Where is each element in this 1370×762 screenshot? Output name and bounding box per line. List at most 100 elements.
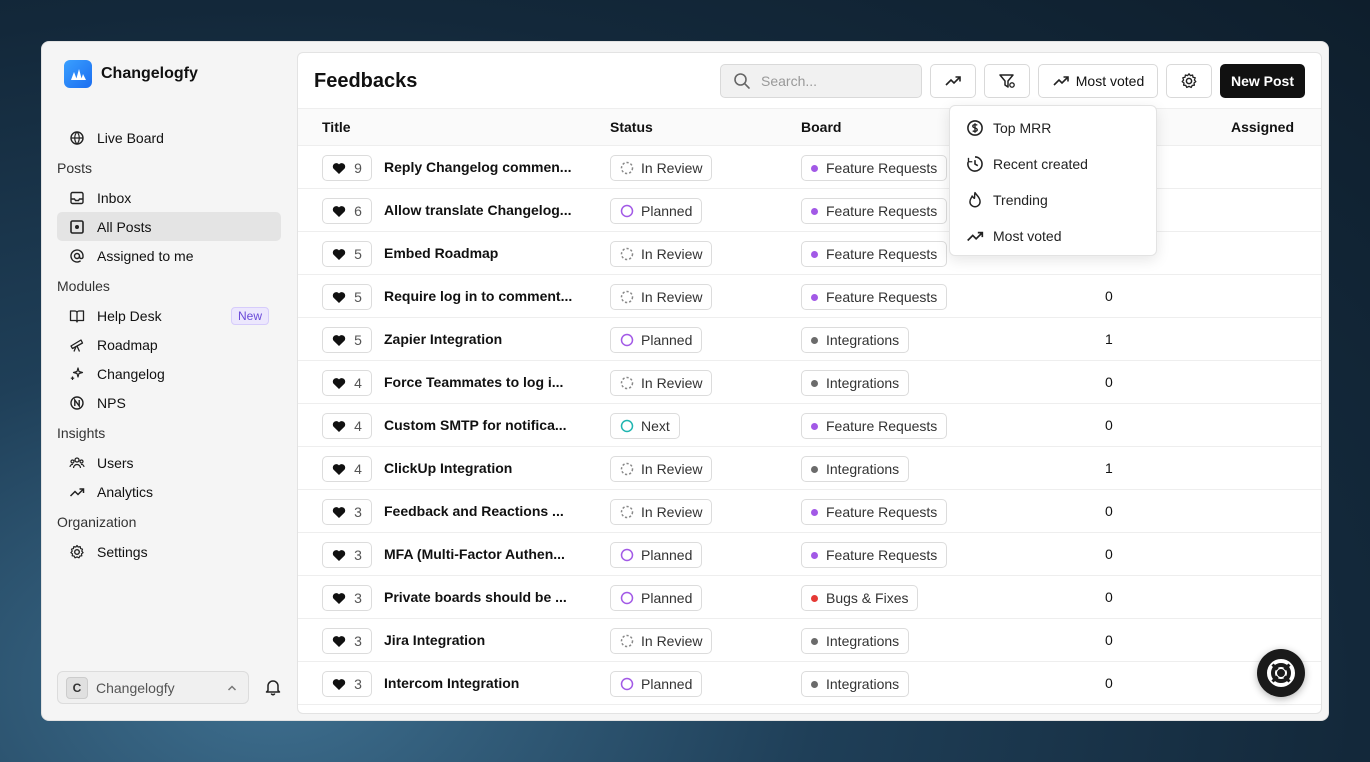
- board-badge[interactable]: Feature Requests: [801, 155, 948, 181]
- board-color-dot: [811, 250, 818, 258]
- board-badge[interactable]: Feature Requests: [801, 198, 948, 224]
- table-row[interactable]: 6 Allow translate Changelog... Planned Feat…: [298, 189, 1321, 232]
- chevron-up-icon: [227, 684, 237, 691]
- board-badge[interactable]: Integrations: [801, 327, 910, 353]
- workspace-switcher[interactable]: C Changelogfy: [57, 671, 249, 704]
- column-status[interactable]: Status: [610, 119, 653, 135]
- vote-button[interactable]: 3: [322, 671, 372, 697]
- column-title[interactable]: Title: [322, 119, 351, 135]
- trending-toggle-button[interactable]: [930, 64, 976, 98]
- post-title[interactable]: MFA (Multi-Factor Authen...: [384, 546, 565, 562]
- search-input[interactable]: [761, 73, 911, 89]
- sidebar-item-changelog[interactable]: Changelog: [57, 359, 281, 388]
- vote-button[interactable]: 3: [322, 542, 372, 568]
- sidebar-item-assigned-to-me[interactable]: Assigned to me: [57, 241, 281, 270]
- sidebar-item-all-posts[interactable]: All Posts: [57, 212, 281, 241]
- vote-button[interactable]: 3: [322, 499, 372, 525]
- settings-button[interactable]: [1166, 64, 1212, 98]
- table-row[interactable]: 3 Private boards should be ... Planned Bugs…: [298, 576, 1321, 619]
- table-row[interactable]: 5 Embed Roadmap In Review Feature Requests: [298, 232, 1321, 275]
- vote-button[interactable]: 4: [322, 413, 372, 439]
- table-row[interactable]: 5 Require log in to comment... In Review Fe…: [298, 275, 1321, 318]
- post-title[interactable]: Force Teammates to log i...: [384, 374, 563, 390]
- table-row[interactable]: 3 Jira Integration In Review Integrations 0: [298, 619, 1321, 662]
- vote-button[interactable]: 3: [322, 628, 372, 654]
- sort-option-top-mrr[interactable]: Top MRR: [950, 110, 1156, 146]
- table-row[interactable]: 5 Zapier Integration Planned Integrations 1: [298, 318, 1321, 361]
- board-badge[interactable]: Integrations: [801, 370, 910, 396]
- vote-button[interactable]: 5: [322, 241, 372, 267]
- status-badge[interactable]: In Review: [610, 284, 713, 310]
- sidebar-item-settings[interactable]: Settings: [57, 537, 281, 566]
- column-assigned[interactable]: Assigned: [1231, 119, 1294, 135]
- sidebar-item-nps[interactable]: NPS: [57, 388, 281, 417]
- column-board[interactable]: Board: [801, 119, 841, 135]
- brand-logo-icon: [64, 60, 92, 88]
- post-title[interactable]: Jira Integration: [384, 632, 485, 648]
- table-row[interactable]: 3 MFA (Multi-Factor Authen... Planned Featu…: [298, 533, 1321, 576]
- board-badge[interactable]: Bugs & Fixes: [801, 585, 919, 611]
- board-badge[interactable]: Integrations: [801, 628, 910, 654]
- vote-button[interactable]: 4: [322, 456, 372, 482]
- vote-button[interactable]: 5: [322, 284, 372, 310]
- sidebar-item-analytics[interactable]: Analytics: [57, 477, 281, 506]
- board-badge[interactable]: Feature Requests: [801, 499, 948, 525]
- table-row[interactable]: 4 Force Teammates to log i... In Review Int…: [298, 361, 1321, 404]
- post-title[interactable]: Custom SMTP for notifica...: [384, 417, 567, 433]
- status-badge[interactable]: In Review: [610, 499, 713, 525]
- sort-button[interactable]: Most voted: [1038, 64, 1158, 98]
- table-row[interactable]: 4 ClickUp Integration In Review Integration…: [298, 447, 1321, 490]
- post-title[interactable]: Reply Changelog commen...: [384, 159, 571, 175]
- vote-button[interactable]: 6: [322, 198, 372, 224]
- post-title[interactable]: Require log in to comment...: [384, 288, 572, 304]
- board-badge[interactable]: Integrations: [801, 456, 910, 482]
- sidebar-item-users[interactable]: Users: [57, 448, 281, 477]
- table-row[interactable]: 9 Reply Changelog commen... In Review Featu…: [298, 146, 1321, 189]
- table-row[interactable]: 3 Feedback and Reactions ... In Review Feat…: [298, 490, 1321, 533]
- status-badge[interactable]: In Review: [610, 241, 713, 267]
- post-title[interactable]: Private boards should be ...: [384, 589, 567, 605]
- table-row[interactable]: 4 Custom SMTP for notifica... Next Feature …: [298, 404, 1321, 447]
- filter-button[interactable]: [984, 64, 1030, 98]
- status-badge[interactable]: In Review: [610, 628, 713, 654]
- status-badge[interactable]: In Review: [610, 155, 713, 181]
- status-label: Planned: [641, 332, 693, 348]
- sidebar-item-live-board[interactable]: Live Board: [57, 123, 281, 152]
- bell-icon[interactable]: [264, 678, 282, 696]
- board-badge[interactable]: Feature Requests: [801, 542, 948, 568]
- status-badge[interactable]: Planned: [610, 542, 703, 568]
- sidebar-item-help-desk[interactable]: Help Desk New: [57, 301, 281, 330]
- sort-option-recent-created[interactable]: Recent created: [950, 146, 1156, 182]
- vote-button[interactable]: 5: [322, 327, 372, 353]
- sidebar-item-roadmap[interactable]: Roadmap: [57, 330, 281, 359]
- comment-count: 0: [1105, 546, 1113, 562]
- board-badge[interactable]: Feature Requests: [801, 284, 948, 310]
- board-badge[interactable]: Integrations: [801, 671, 910, 697]
- board-badge[interactable]: Feature Requests: [801, 241, 948, 267]
- status-badge[interactable]: Planned: [610, 327, 703, 353]
- sort-option-most-voted[interactable]: Most voted: [950, 218, 1156, 254]
- sidebar-item-inbox[interactable]: Inbox: [57, 183, 281, 212]
- help-button[interactable]: [1257, 649, 1305, 697]
- status-badge[interactable]: Planned: [610, 585, 703, 611]
- status-badge[interactable]: Planned: [610, 198, 703, 224]
- status-badge[interactable]: Next: [610, 413, 680, 439]
- vote-button[interactable]: 3: [322, 585, 372, 611]
- table-row[interactable]: 3 Intercom Integration Planned Integrations…: [298, 662, 1321, 705]
- post-title[interactable]: Feedback and Reactions ...: [384, 503, 564, 519]
- post-title[interactable]: Embed Roadmap: [384, 245, 498, 261]
- vote-button[interactable]: 9: [322, 155, 372, 181]
- post-title[interactable]: Intercom Integration: [384, 675, 519, 691]
- new-post-button[interactable]: New Post: [1220, 64, 1305, 98]
- search-box[interactable]: [720, 64, 922, 98]
- status-badge[interactable]: Planned: [610, 671, 703, 697]
- sort-option-trending[interactable]: Trending: [950, 182, 1156, 218]
- vote-button[interactable]: 4: [322, 370, 372, 396]
- status-badge[interactable]: In Review: [610, 370, 713, 396]
- post-title[interactable]: Zapier Integration: [384, 331, 502, 347]
- brand[interactable]: Changelogfy: [64, 60, 198, 88]
- status-badge[interactable]: In Review: [610, 456, 713, 482]
- post-title[interactable]: ClickUp Integration: [384, 460, 512, 476]
- board-badge[interactable]: Feature Requests: [801, 413, 948, 439]
- post-title[interactable]: Allow translate Changelog...: [384, 202, 571, 218]
